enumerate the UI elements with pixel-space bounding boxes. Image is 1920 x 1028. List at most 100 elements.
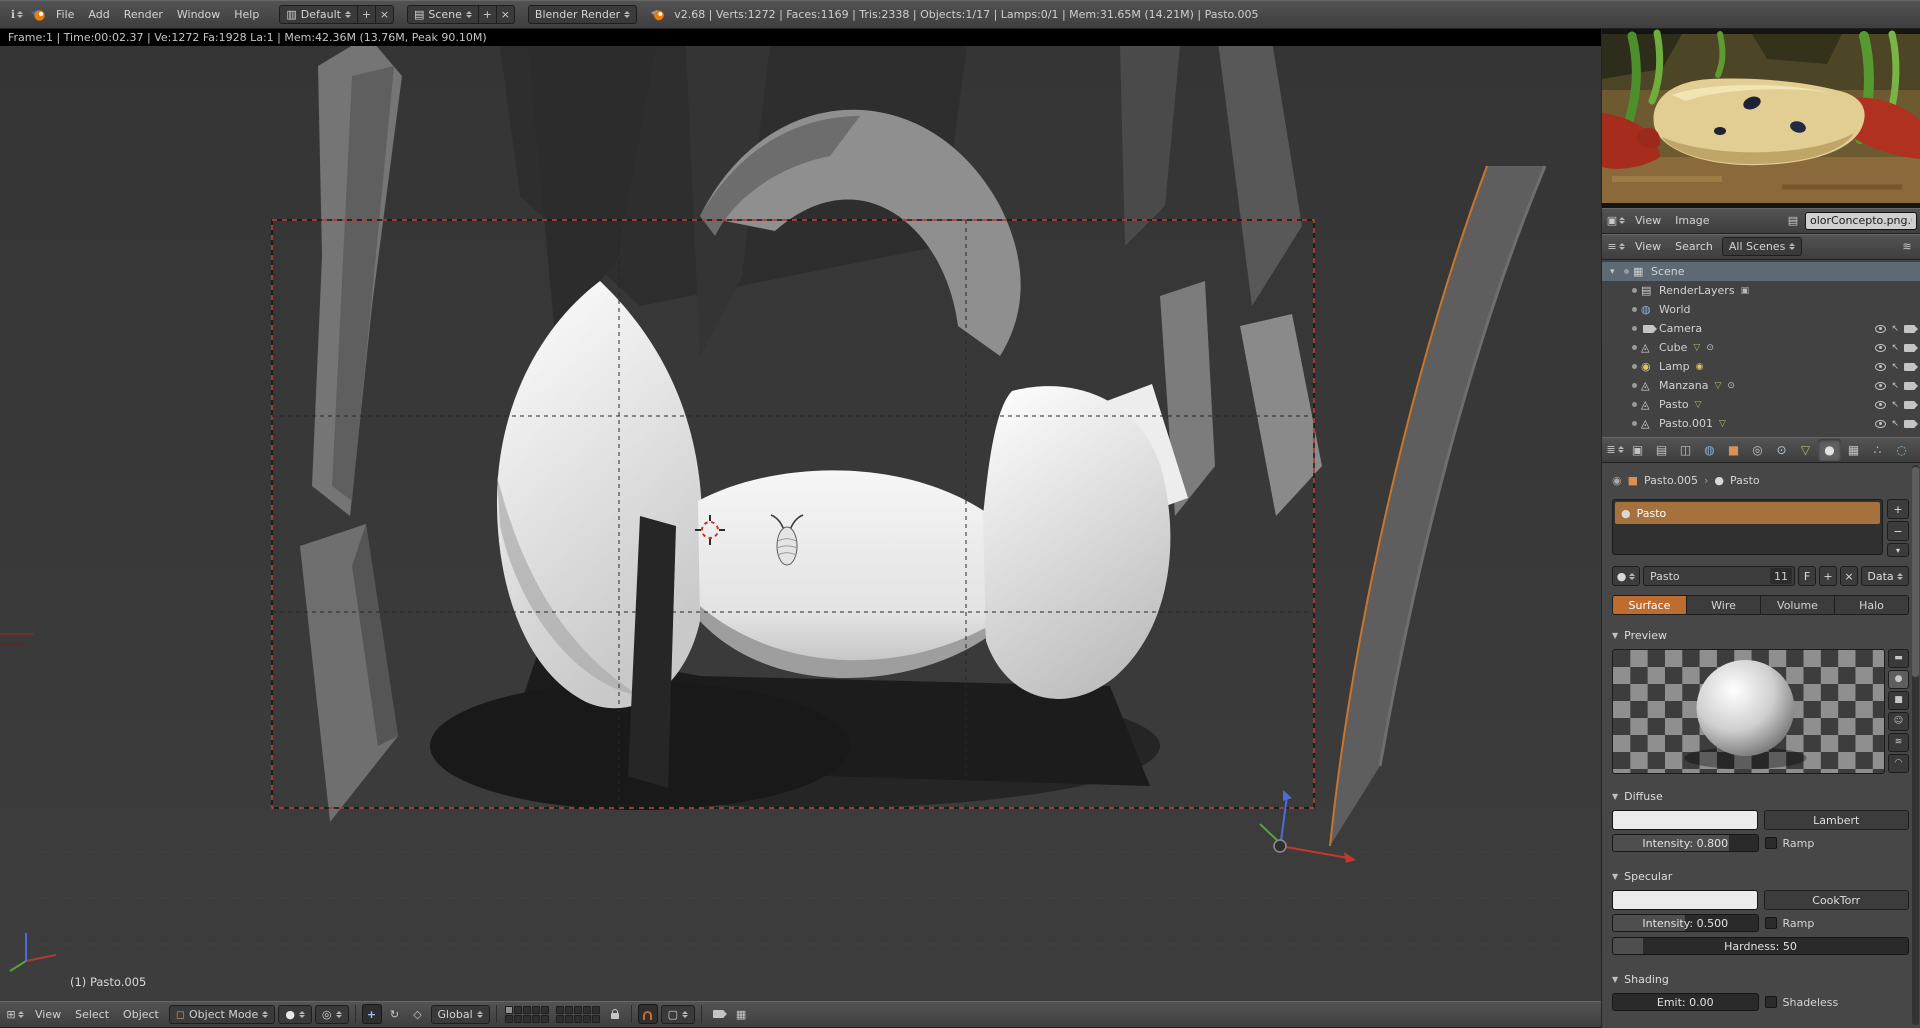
visibility-eye-icon[interactable] bbox=[1875, 344, 1886, 352]
screen-layout-field[interactable]: Default bbox=[279, 5, 358, 24]
layers-group-2[interactable] bbox=[556, 1006, 600, 1023]
outliner-item[interactable]: Pasto.001 bbox=[1602, 414, 1920, 433]
properties-scrollbar[interactable] bbox=[1912, 465, 1919, 1025]
menu-item[interactable]: Window bbox=[170, 5, 227, 24]
selectable-cursor-icon[interactable] bbox=[1891, 381, 1899, 391]
menu-item[interactable]: Object bbox=[116, 1005, 166, 1024]
layer-cell[interactable] bbox=[523, 1006, 531, 1014]
tab-modifiers[interactable] bbox=[1770, 439, 1793, 461]
diffuse-intensity-slider[interactable]: Intensity: 0.800 bbox=[1612, 834, 1759, 852]
layer-cell[interactable] bbox=[523, 1015, 531, 1023]
outliner-item[interactable]: Pasto bbox=[1602, 395, 1920, 414]
image-browse-button[interactable] bbox=[1783, 211, 1803, 231]
image-name-field[interactable] bbox=[1805, 212, 1917, 230]
layer-cell[interactable] bbox=[574, 1015, 582, 1023]
slot-add-button[interactable]: + bbox=[1887, 499, 1909, 519]
outliner-item[interactable]: Scene bbox=[1602, 262, 1920, 281]
fake-user-button[interactable]: F bbox=[1798, 566, 1816, 586]
diffuse-ramp-checkbox[interactable] bbox=[1765, 837, 1777, 849]
link-data-selector[interactable]: Data bbox=[1861, 566, 1909, 586]
menu-item[interactable]: Add bbox=[81, 5, 116, 24]
visibility-eye-icon[interactable] bbox=[1875, 363, 1886, 371]
shadeless-checkbox[interactable] bbox=[1765, 996, 1777, 1008]
image-editor-canvas[interactable] bbox=[1602, 29, 1920, 208]
emit-slider[interactable]: Emit: 0.00 bbox=[1612, 993, 1759, 1011]
outliner-item[interactable]: Cube bbox=[1602, 338, 1920, 357]
breadcrumb-object[interactable]: Pasto.005 bbox=[1644, 474, 1698, 487]
renderable-camera-icon[interactable] bbox=[1904, 401, 1915, 409]
visibility-eye-icon[interactable] bbox=[1875, 420, 1886, 428]
specular-shader-selector[interactable]: CookTorr bbox=[1764, 890, 1910, 910]
specular-color-swatch[interactable] bbox=[1612, 890, 1758, 910]
menu-item[interactable]: Render bbox=[117, 5, 170, 24]
transform-orientation-selector[interactable]: Global bbox=[431, 1005, 490, 1024]
layer-cell[interactable] bbox=[556, 1006, 564, 1014]
preview-monkey-button[interactable] bbox=[1888, 712, 1909, 731]
menu-item[interactable]: View bbox=[1628, 211, 1668, 230]
selectable-cursor-icon[interactable] bbox=[1891, 400, 1899, 410]
editor-type-properties-icon[interactable] bbox=[1605, 440, 1625, 460]
scrollbar-thumb[interactable] bbox=[1912, 467, 1919, 677]
layer-cell[interactable] bbox=[556, 1015, 564, 1023]
menu-item[interactable]: View bbox=[1628, 237, 1668, 256]
renderable-camera-icon[interactable] bbox=[1904, 325, 1915, 333]
preview-world-button[interactable] bbox=[1888, 754, 1909, 773]
layer-cell[interactable] bbox=[592, 1006, 600, 1014]
new-material-button[interactable]: + bbox=[1819, 566, 1837, 586]
breadcrumb-material[interactable]: Pasto bbox=[1730, 474, 1760, 487]
renderable-camera-icon[interactable] bbox=[1904, 382, 1915, 390]
layer-cell[interactable] bbox=[565, 1015, 573, 1023]
layer-cell[interactable] bbox=[565, 1006, 573, 1014]
pin-icon[interactable] bbox=[1612, 475, 1622, 486]
tab-scene[interactable] bbox=[1674, 439, 1697, 461]
material-type-tab[interactable]: Surface bbox=[1613, 596, 1687, 614]
layer-cell[interactable] bbox=[505, 1015, 513, 1023]
visibility-eye-icon[interactable] bbox=[1875, 382, 1886, 390]
specular-hardness-slider[interactable]: Hardness: 50 bbox=[1612, 937, 1909, 955]
manipulator-scale-button[interactable] bbox=[408, 1004, 428, 1024]
viewport-shading-selector[interactable] bbox=[278, 1005, 312, 1024]
preview-cube-button[interactable] bbox=[1888, 691, 1909, 710]
menu-item[interactable]: Image bbox=[1668, 211, 1716, 230]
opengl-render-anim-button[interactable] bbox=[731, 1004, 751, 1024]
layer-cell[interactable] bbox=[541, 1015, 549, 1023]
tab-particles[interactable] bbox=[1866, 439, 1889, 461]
slot-specials-button[interactable]: ▾ bbox=[1887, 543, 1909, 557]
material-slot-list[interactable]: Pasto bbox=[1612, 499, 1883, 555]
screen-layout-add-button[interactable]: + bbox=[358, 5, 376, 24]
preview-hair-button[interactable] bbox=[1888, 733, 1909, 752]
outliner-item[interactable]: Manzana bbox=[1602, 376, 1920, 395]
renderable-camera-icon[interactable] bbox=[1904, 344, 1915, 352]
outliner-item[interactable]: Lamp bbox=[1602, 357, 1920, 376]
users-count-button[interactable]: 11 bbox=[1770, 568, 1792, 584]
panel-specular-header[interactable]: Specular bbox=[1612, 866, 1909, 886]
layer-cell[interactable] bbox=[541, 1006, 549, 1014]
diffuse-shader-selector[interactable]: Lambert bbox=[1764, 810, 1910, 830]
layer-cell[interactable] bbox=[505, 1006, 513, 1014]
viewport-3d[interactable]: (1) Pasto.005 bbox=[0, 46, 1601, 1001]
pivot-selector[interactable] bbox=[315, 1005, 349, 1024]
scene-field[interactable]: Scene bbox=[407, 5, 479, 24]
panel-diffuse-header[interactable]: Diffuse bbox=[1612, 786, 1909, 806]
layer-cell[interactable] bbox=[574, 1006, 582, 1014]
unlink-material-button[interactable]: × bbox=[1840, 566, 1858, 586]
mode-selector[interactable]: Object Mode bbox=[169, 1005, 275, 1024]
tab-constraints[interactable] bbox=[1746, 439, 1769, 461]
snap-element-selector[interactable] bbox=[661, 1005, 695, 1024]
layers-group-1[interactable] bbox=[505, 1006, 549, 1023]
material-name-field[interactable]: Pasto 11 bbox=[1643, 566, 1795, 586]
menu-item[interactable]: Search bbox=[1668, 237, 1720, 256]
panel-shading-header[interactable]: Shading bbox=[1612, 969, 1909, 989]
screen-layout-close-button[interactable]: × bbox=[376, 5, 394, 24]
renderable-camera-icon[interactable] bbox=[1904, 420, 1915, 428]
expand-icon[interactable] bbox=[1610, 267, 1620, 277]
tab-object[interactable] bbox=[1722, 439, 1745, 461]
layer-cell[interactable] bbox=[532, 1006, 540, 1014]
layer-cell[interactable] bbox=[514, 1015, 522, 1023]
manipulator-rotate-button[interactable] bbox=[385, 1004, 405, 1024]
layer-cell[interactable] bbox=[583, 1006, 591, 1014]
menu-item[interactable]: View bbox=[28, 1005, 68, 1024]
diffuse-color-swatch[interactable] bbox=[1612, 810, 1758, 830]
material-slot-active[interactable]: Pasto bbox=[1615, 502, 1880, 524]
layer-cell[interactable] bbox=[532, 1015, 540, 1023]
